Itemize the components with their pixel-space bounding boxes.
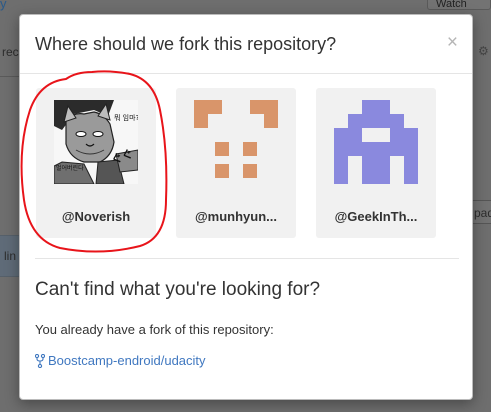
background-watch-label: Watch [436, 0, 467, 10]
existing-fork-link-label: Boostcamp-endroid/udacity [48, 353, 206, 368]
background-gear-icon: ⚙ [478, 44, 489, 58]
comic-cat-avatar: 뭐 임마? 벌어버린다 ぐぐ [54, 100, 138, 184]
background-divider [0, 76, 20, 77]
fork-target-munhyun[interactable]: @munhyun... [176, 88, 296, 238]
fork-target-name: @munhyun... [194, 209, 277, 224]
avatar-caption-side: 벌어버린다 [56, 164, 84, 172]
dialog-title: Where should we fork this repository? [35, 34, 337, 54]
fork-target-name: @Noverish [61, 209, 131, 224]
background-watch-button: Watch [427, 0, 491, 10]
fork-target-name: @GeekInTh... [334, 209, 418, 224]
repo-forked-icon [35, 353, 45, 368]
close-button[interactable]: × [447, 33, 458, 53]
background-snippet: lin [4, 249, 17, 263]
fork-target-noverish[interactable]: 뭐 임마? 벌어버린다 ぐぐ @Noverish [36, 88, 156, 238]
background-repo-link: y [0, 0, 7, 11]
background-snippet: rec [2, 45, 19, 59]
already-forked-text: You already have a fork of this reposito… [35, 322, 274, 337]
existing-fork-link[interactable]: Boostcamp-endroid/udacity [35, 353, 206, 368]
avatar-caption-top: 뭐 임마? [114, 113, 138, 122]
fork-dialog: Where should we fork this repository? × [19, 14, 473, 400]
background-snippet: pad [474, 206, 491, 220]
identicon-orange-avatar [194, 100, 278, 184]
dialog-header: Where should we fork this repository? × [20, 15, 472, 74]
fork-target-list: 뭐 임마? 벌어버린다 ぐぐ @Noverish @munhyun... @Ge… [36, 88, 456, 238]
dialog-divider [35, 258, 459, 259]
cant-find-heading: Can't find what you're looking for? [35, 279, 321, 300]
identicon-purple-avatar [334, 100, 418, 184]
fork-target-geekinth[interactable]: @GeekInTh... [316, 88, 436, 238]
